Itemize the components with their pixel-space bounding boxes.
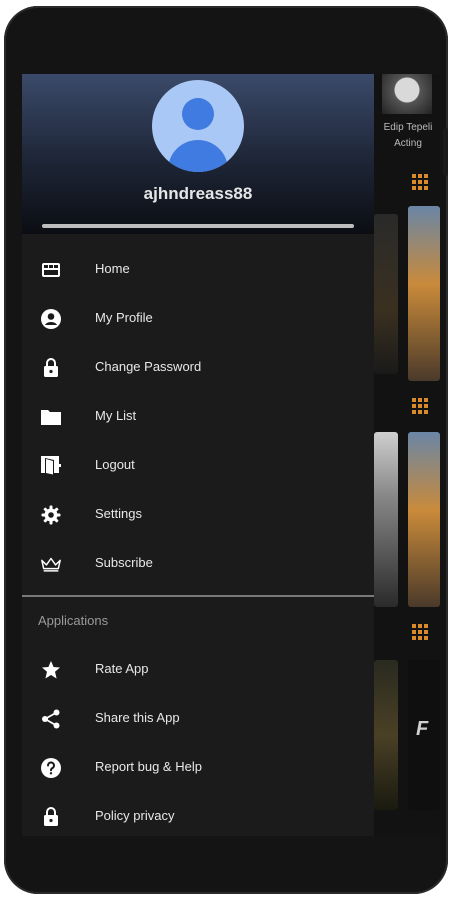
actor-name: Edip Tepeli [383,122,433,133]
avatar[interactable] [152,80,244,172]
menu-item-label: Rate App [95,661,149,676]
movie-poster[interactable] [374,432,398,607]
menu-item-label: My List [95,408,137,423]
account-circle-icon [40,308,62,330]
crown-icon [40,553,62,575]
menu-item-label: Logout [95,457,135,472]
menu-item-label: Share this App [95,710,180,725]
share-icon [40,708,62,730]
menu-item-label: Subscribe [95,555,153,570]
lock-icon [40,806,62,828]
drawer-header: ajhndreass88 [22,74,374,234]
movie-poster[interactable] [408,432,440,607]
logout-door-icon [40,455,62,477]
menu-item-change-password[interactable]: Change Password [22,346,374,390]
help-circle-icon [40,757,62,779]
side-button [443,128,448,176]
menu-item-label: Change Password [95,359,202,374]
movie-poster[interactable] [408,206,440,381]
menu-item-label: Home [95,261,130,276]
menu-item-settings[interactable]: Settings [22,493,374,537]
menu-item-my-profile[interactable]: My Profile [22,297,374,341]
section-divider [22,595,374,597]
grid-icon[interactable] [412,174,428,190]
menu-item-my-list[interactable]: My List [22,395,374,439]
navigation-drawer: ajhndreass88 Home My Profile Change Pass… [22,74,374,836]
app-screen: Edip Tepeli Acting F ajhndreass88 Home M… [22,74,440,836]
header-divider [42,224,354,228]
movie-poster[interactable] [374,660,398,810]
gear-icon [40,504,62,526]
menu-item-home[interactable]: Home [22,248,374,292]
grid-icon[interactable] [412,624,428,640]
menu-item-label: My Profile [95,310,153,325]
username: ajhndreass88 [143,184,253,203]
brand-logo-icon: F [416,718,429,740]
menu-item-label: Report bug & Help [95,759,202,774]
star-icon [40,659,62,681]
menu-item-rate-app[interactable]: Rate App [22,648,374,692]
menu-item-report-bug[interactable]: Report bug & Help [22,746,374,790]
grid-icon[interactable] [412,398,428,414]
menu-item-label: Settings [95,506,142,521]
menu-item-label: Policy privacy [95,808,175,823]
menu-item-subscribe[interactable]: Subscribe [22,542,374,586]
actor-role: Acting [394,138,422,149]
actor-photo[interactable] [382,74,432,114]
phone-frame: Edip Tepeli Acting F ajhndreass88 Home M… [4,6,448,894]
menu-item-policy-privacy[interactable]: Policy privacy [22,795,374,836]
lock-icon [40,357,62,379]
home-icon [40,259,62,281]
folder-icon [40,406,62,428]
menu-item-logout[interactable]: Logout [22,444,374,488]
section-title: Applications [38,613,109,628]
movie-poster[interactable] [374,214,398,374]
menu-item-share-app[interactable]: Share this App [22,697,374,741]
